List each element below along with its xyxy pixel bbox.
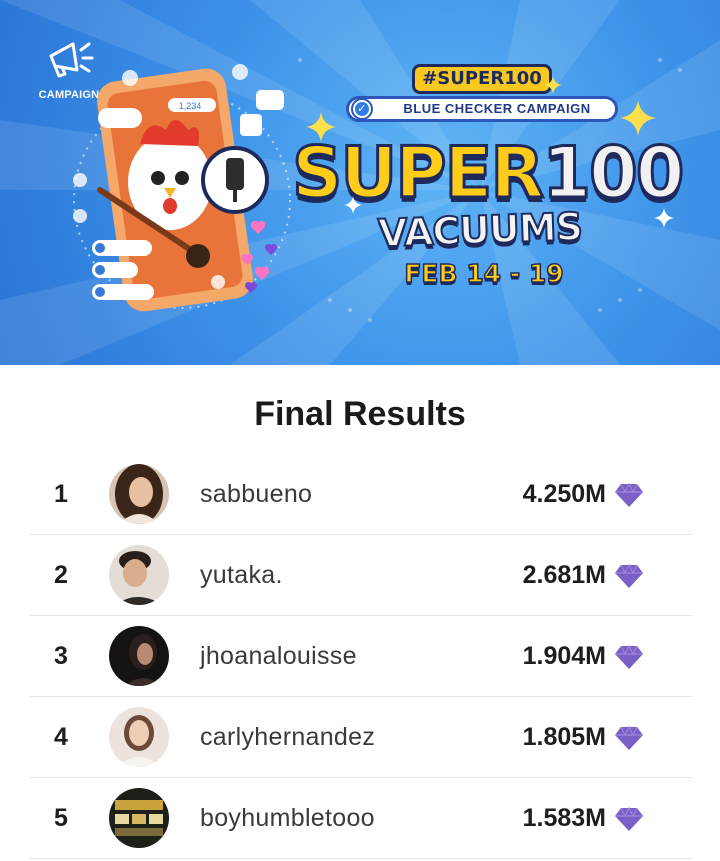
username[interactable]: carlyhernandez: [200, 697, 375, 778]
title-number: 100: [541, 131, 686, 216]
livestream-phone-illustration: 1,234: [73, 64, 291, 312]
diamond-score: 1.805M: [522, 723, 606, 751]
rank-number: 2: [54, 561, 68, 589]
vacuums-subtitle: VACUUMS: [376, 203, 583, 256]
username[interactable]: yutaka.: [200, 535, 283, 616]
rank-number: 5: [54, 804, 68, 832]
sparkle-icon: [620, 100, 656, 136]
campaign-dates: FEB 14 - 19: [404, 258, 565, 289]
avatar[interactable]: [109, 464, 169, 524]
diamond-score: 1.904M: [522, 642, 606, 670]
avatar[interactable]: [109, 545, 169, 605]
rank-number: 1: [54, 480, 68, 508]
diamond-icon: [615, 725, 643, 750]
checker-label: BLUE CHECKER CAMPAIGN: [403, 101, 591, 116]
sparkle-icon: [306, 112, 336, 142]
leaderboard-row[interactable]: 3 jhoanalouisse 1.904M: [30, 616, 692, 697]
rank-number: 3: [54, 642, 68, 670]
username[interactable]: boyhumbletooo: [200, 778, 375, 859]
leaderboard-list: 1 sabbueno 4.250M 2 yutaka. 2.681M 3 jho…: [30, 454, 692, 859]
campaign-banner[interactable]: CAMPAIGN 1,234 #SUPER100 ✓ BLUE CHECKER …: [0, 0, 720, 365]
viewer-count: 1,234: [179, 101, 202, 111]
leaderboard-row[interactable]: 4 carlyhernandez 1.805M: [30, 697, 692, 778]
diamond-score: 2.681M: [522, 561, 606, 589]
username[interactable]: jhoanalouisse: [200, 616, 357, 697]
diamond-score: 4.250M: [522, 480, 606, 508]
blue-checker-pill: ✓ BLUE CHECKER CAMPAIGN: [346, 96, 618, 122]
leaderboard-row[interactable]: 2 yutaka. 2.681M: [30, 535, 692, 616]
diamond-icon: [615, 806, 643, 831]
avatar[interactable]: [109, 626, 169, 686]
sparkle-icon: [544, 76, 562, 94]
title-word: SUPER: [290, 131, 545, 216]
diamond-score: 1.583M: [522, 804, 606, 832]
avatar[interactable]: [109, 788, 169, 848]
rank-number: 4: [54, 723, 68, 751]
sparkle-icon: [654, 208, 674, 228]
leaderboard-row[interactable]: 1 sabbueno 4.250M: [30, 454, 692, 535]
verified-check-icon: ✓: [353, 100, 371, 118]
username[interactable]: sabbueno: [200, 454, 312, 535]
diamond-icon: [615, 563, 643, 588]
final-results-title: Final Results: [254, 395, 466, 433]
diamond-icon: [615, 644, 643, 669]
sparkle-icon: [344, 196, 362, 214]
hashtag-badge: #SUPER100: [412, 64, 552, 94]
diamond-icon: [615, 482, 643, 507]
leaderboard-row[interactable]: 5 boyhumbletooo 1.583M: [30, 778, 692, 859]
avatar[interactable]: [109, 707, 169, 767]
